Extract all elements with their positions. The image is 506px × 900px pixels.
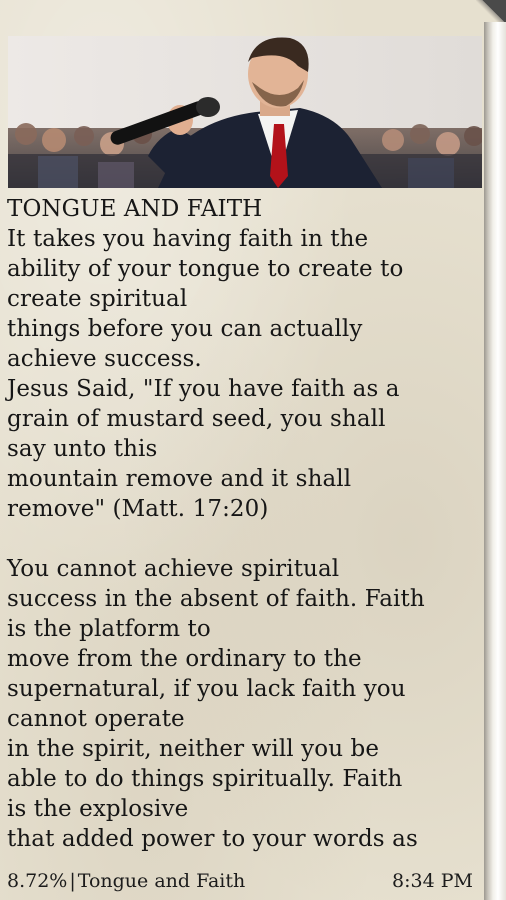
page-curl (476, 0, 506, 22)
article-line: in the spirit, neither will you be (7, 736, 380, 762)
article-line: cannot operate (7, 706, 185, 732)
article-line: achieve success. (7, 346, 202, 372)
article-line: ability of your tongue to create to (7, 256, 404, 282)
article-line: is the platform to (7, 616, 211, 642)
article-line: You cannot achieve spiritual (7, 556, 340, 582)
article-line: is the explosive (7, 796, 189, 822)
article-title: TONGUE AND FAITH (7, 196, 263, 222)
article-line: move from the ordinary to the (7, 646, 362, 672)
paragraph-break (7, 524, 483, 554)
article-content: TONGUE AND FAITH It takes you having fai… (7, 194, 483, 854)
reading-progress: 8.72% (7, 870, 68, 892)
reading-progress-group: 8.72% | Tongue and Faith (7, 866, 245, 896)
article-line: create spiritual (7, 286, 188, 312)
article-line: success in the absent of faith. Faith (7, 586, 425, 612)
chapter-title[interactable]: Tongue and Faith (78, 870, 246, 892)
status-separator: | (69, 870, 76, 892)
header-photo (8, 36, 482, 188)
article-line: that added power to your words as (7, 826, 418, 852)
reader-page: TONGUE AND FAITH It takes you having fai… (0, 0, 506, 900)
article-line: things before you can actually (7, 316, 363, 342)
clock: 8:34 PM (392, 870, 473, 892)
article-line: supernatural, if you lack faith you (7, 676, 406, 702)
article-line: say unto this (7, 436, 158, 462)
article-line: able to do things spiritually. Faith (7, 766, 403, 792)
page-edge (484, 0, 506, 900)
article-line: It takes you having faith in the (7, 226, 369, 252)
article-line: grain of mustard seed, you shall (7, 406, 386, 432)
article-line: Jesus Said, "If you have faith as a (7, 376, 400, 402)
article-line: mountain remove and it shall (7, 466, 352, 492)
reader-status-bar: 8.72% | Tongue and Faith 8:34 PM (7, 866, 477, 896)
article-line: remove" (Matt. 17:20) (7, 496, 269, 522)
